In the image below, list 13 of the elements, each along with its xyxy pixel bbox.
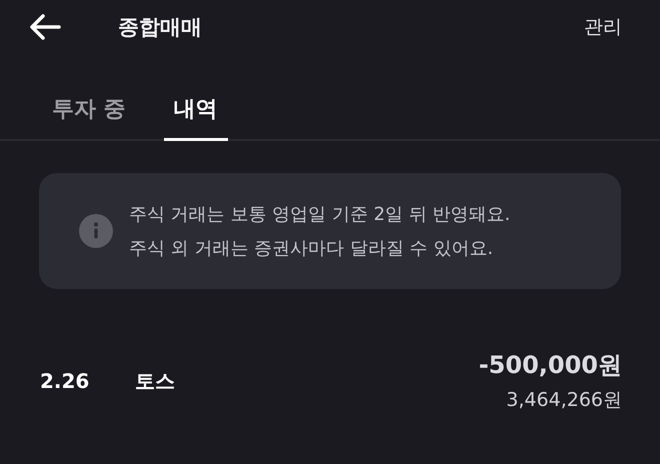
transaction-amount: -500,000원 bbox=[478, 350, 622, 381]
balance-text: 3,464,266원 bbox=[506, 388, 622, 413]
page-title: 종합매매 bbox=[118, 14, 202, 41]
tab[interactable]: 내역 bbox=[164, 88, 228, 141]
notice-text: 주식 거래는 보통 영업일 기준 2일 뒤 반영돼요. bbox=[129, 203, 510, 226]
transaction-date: 2.26 bbox=[40, 369, 90, 393]
tab[interactable]: 투자 중 bbox=[52, 88, 126, 141]
back-arrow-icon bbox=[29, 13, 61, 41]
transaction-name: 토스 bbox=[135, 368, 175, 394]
back-button[interactable] bbox=[28, 12, 62, 42]
manage-button[interactable]: 관리 bbox=[584, 14, 622, 40]
notice-text: 주식 외 거래는 증권사마다 달라질 수 있어요. bbox=[129, 237, 494, 260]
info-icon bbox=[79, 214, 113, 248]
